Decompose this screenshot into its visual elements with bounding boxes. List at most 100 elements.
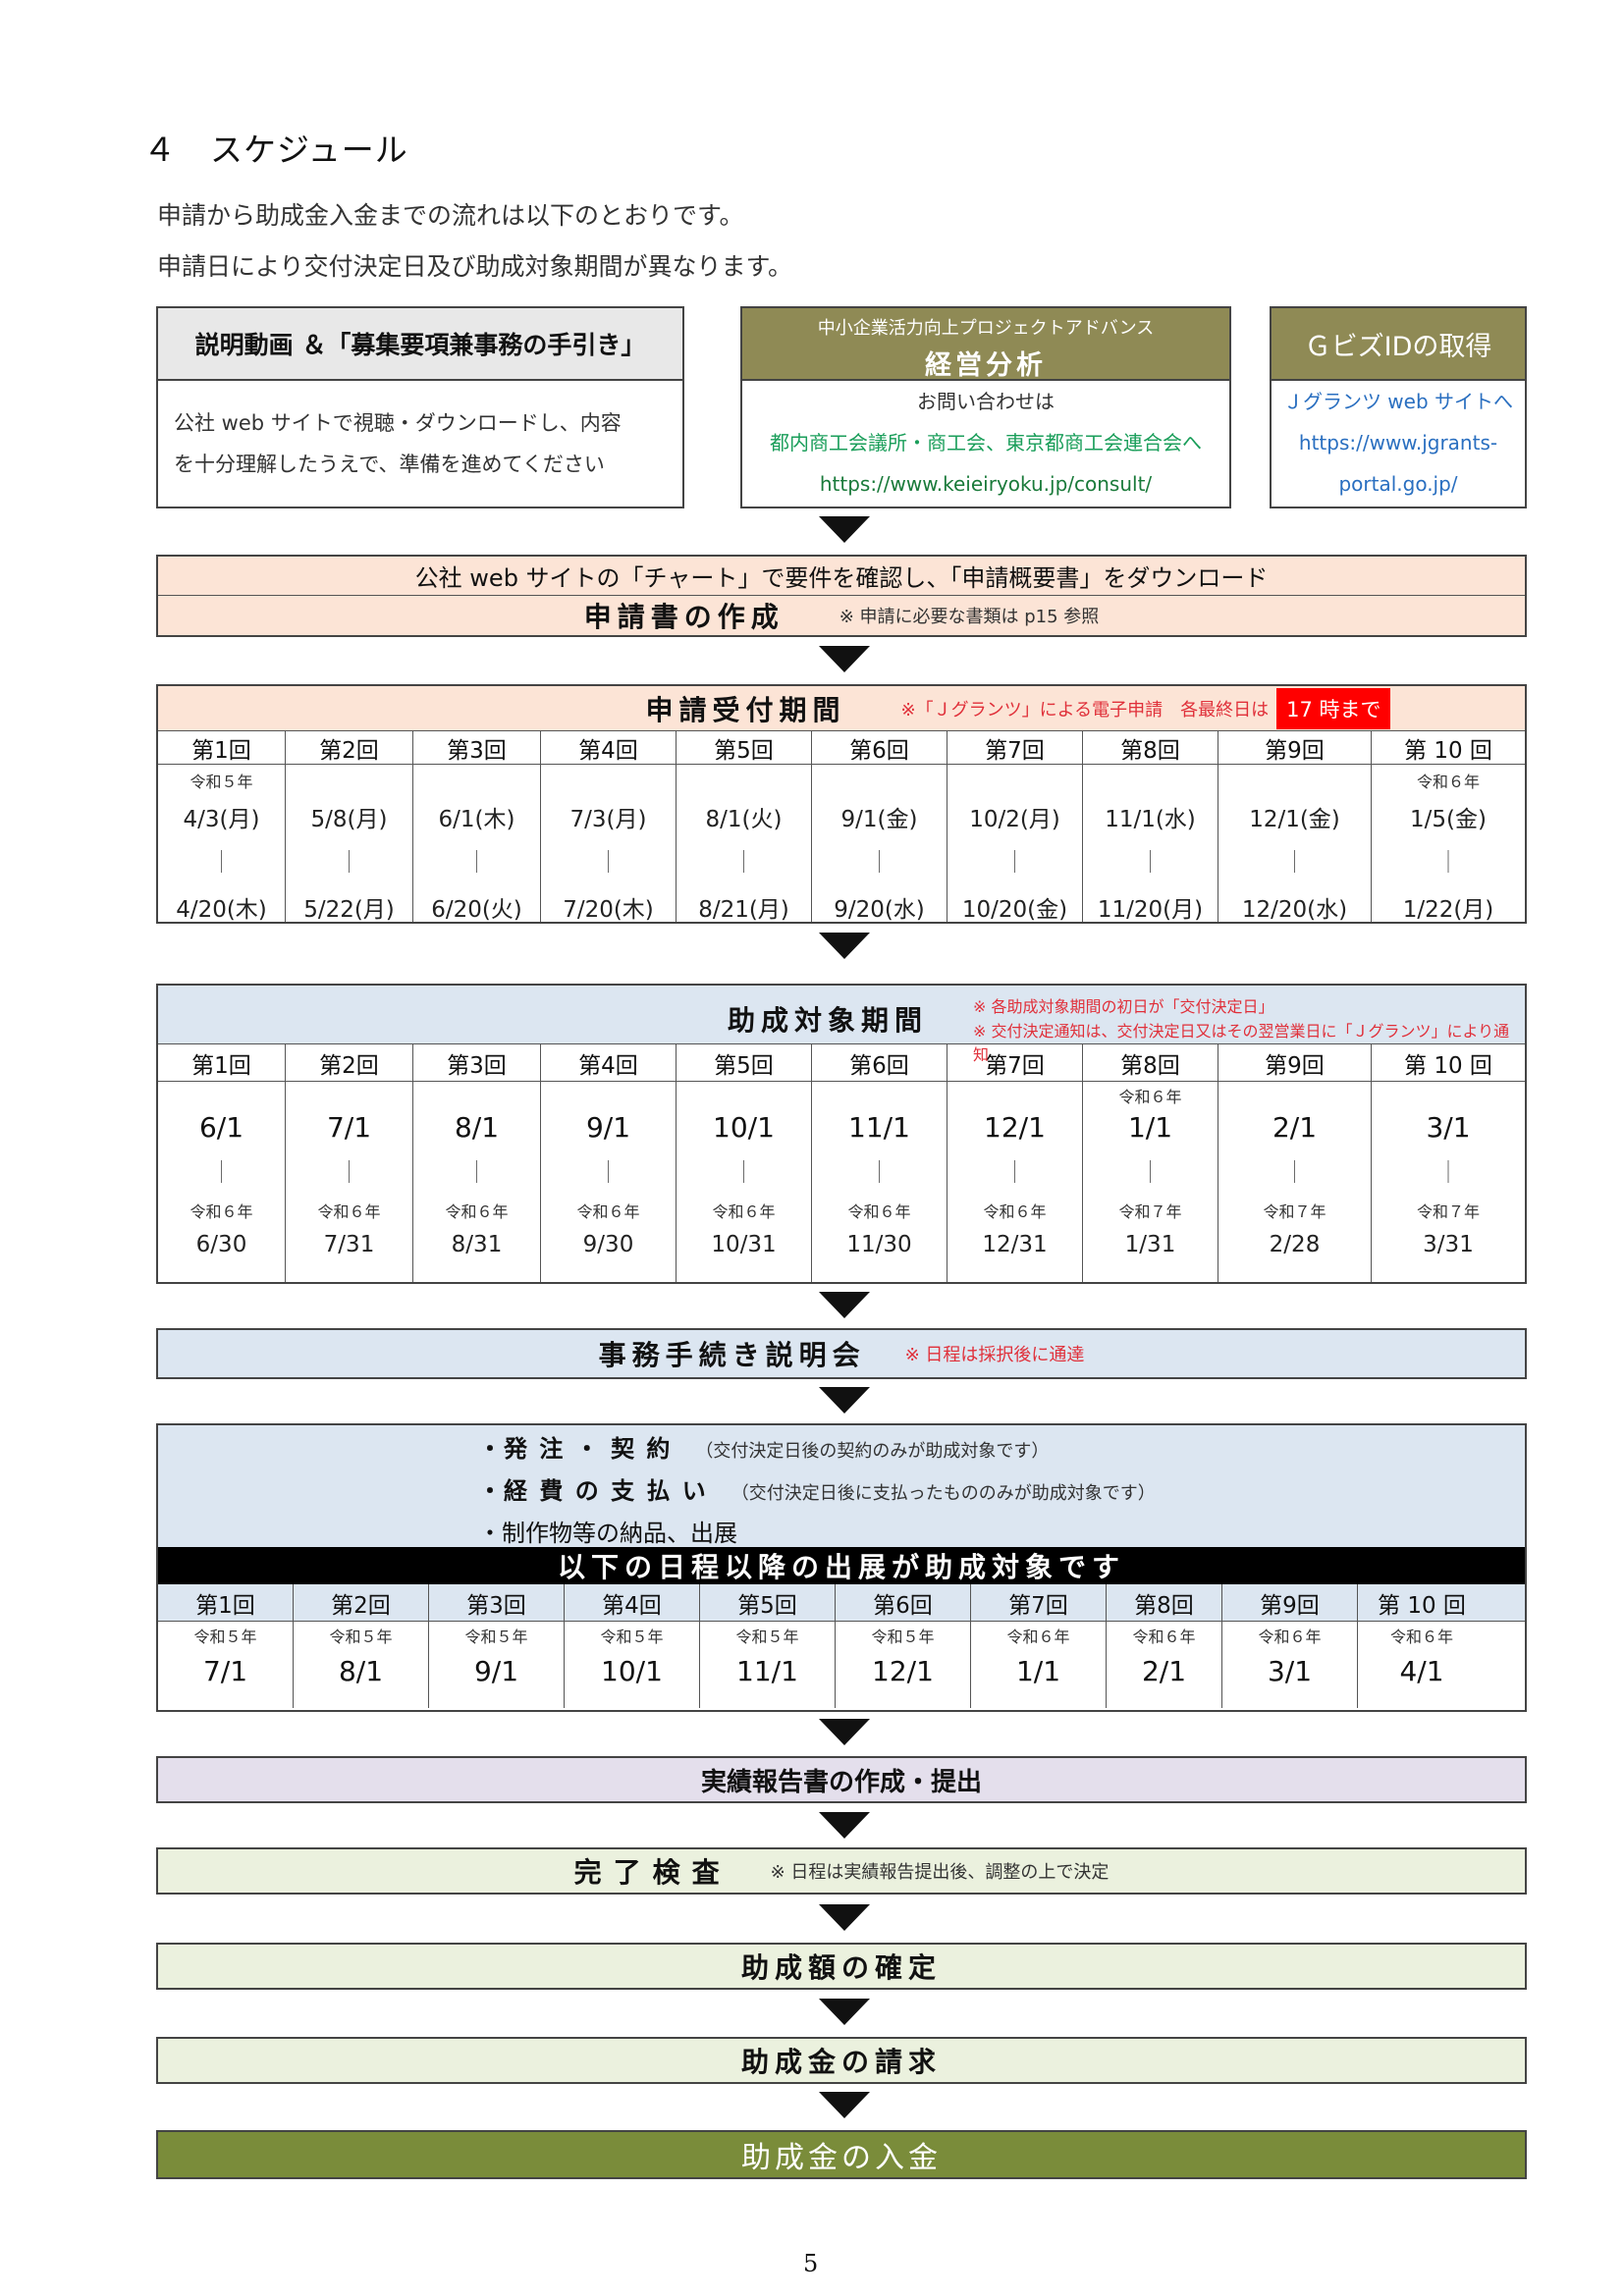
range-separator: ｜	[210, 1160, 233, 1186]
round-label-2: 第2回	[286, 1044, 413, 1081]
exhibition-round-7: 令和６年 1/1	[971, 1622, 1107, 1708]
order-contract-note: （交付決定日後の契約のみが助成対象です）	[695, 1441, 1050, 1462]
application-round-10: 令和６年 1/5(金) ｜ 1/22(月)	[1372, 765, 1525, 923]
subsidy-period-note-1: ※ 各助成対象期間の初日が「交付決定日」	[973, 997, 1274, 1016]
era-label	[677, 769, 811, 790]
start-date: 1/5(金)	[1410, 807, 1487, 832]
end-date: 8/21(月)	[698, 897, 789, 923]
download-step-box: 公社 web サイトの「チャート」で要件を確認し、「申請概要書」をダウンロード …	[156, 555, 1527, 637]
range-separator: ｜	[732, 1160, 755, 1186]
range-separator: ｜	[465, 1160, 488, 1186]
exhibition-rounds-row: 第1回 第2回 第3回 第4回 第5回 第6回 第7回 第8回 第9回第 10 回	[158, 1584, 1525, 1622]
range-separator: ｜	[1139, 1160, 1162, 1186]
end-date: 9/20(水)	[834, 897, 925, 923]
era-label	[1218, 769, 1371, 790]
exhibition-banner: 以下の日程以降の出展が助成対象です	[158, 1547, 1525, 1584]
round-label-3: 第3回	[429, 1584, 565, 1621]
era-label-end: 令和６年	[712, 1202, 776, 1221]
end-date: 12/31	[982, 1232, 1048, 1257]
era-label	[541, 1084, 676, 1105]
contact-orgs: 都内商工会議所・商工会、東京都商工会連合会へ	[770, 431, 1202, 454]
flow-arrow-8	[819, 1904, 870, 1931]
application-round-9: 12/1(金) ｜ 12/20(水)	[1218, 765, 1372, 923]
report-box: 実績報告書の作成・提出	[156, 1756, 1527, 1803]
round-label-6: 第6回	[812, 731, 947, 764]
briefing-note: ※ 日程は採択後に通達	[904, 1345, 1085, 1365]
intro-line-1: 申請から助成金入金までの流れは以下のとおりです。	[157, 201, 744, 230]
exhibition-round-10: 令和６年 4/1	[1358, 1622, 1486, 1708]
start-date: 9/1	[585, 1111, 631, 1144]
start-date: 11/1(水)	[1105, 807, 1196, 832]
application-round-4: 7/3(月) ｜ 7/20(木)	[541, 765, 677, 923]
era-label	[286, 1084, 412, 1105]
keieiryoku-link[interactable]: https://www.keieiryoku.jp/consult/	[742, 463, 1229, 505]
end-date: 7/20(木)	[563, 897, 654, 923]
flow-arrow-2	[819, 646, 870, 672]
subsidy-round-7: 12/1 ｜ 令和６年 12/31	[947, 1082, 1083, 1282]
exhibition-round-8: 令和６年 2/1	[1107, 1622, 1222, 1708]
subsidy-period-table: 助成対象期間 ※ 各助成対象期間の初日が「交付決定日」 ※ 交付決定通知は、交付…	[156, 984, 1527, 1284]
round-label-8: 第8回	[1107, 1584, 1222, 1621]
round-label-5: 第5回	[677, 731, 812, 764]
order-contract-label: ・発 注 ・ 契 約	[478, 1435, 673, 1463]
subsidy-round-1: 6/1 ｜ 令和６年 6/30	[158, 1082, 286, 1282]
round-label-10: 第 10 回	[1404, 737, 1492, 764]
start-date: 6/1(木)	[438, 807, 515, 832]
era-label	[286, 769, 412, 790]
era-label-end: 令和６年	[847, 1202, 911, 1221]
era-label: 令和５年	[871, 1628, 935, 1646]
round-label-3: 第3回	[413, 1044, 541, 1081]
range-separator: ｜	[1139, 850, 1162, 876]
start-date: 12/1	[984, 1111, 1046, 1144]
video-guide-box: 説明動画 ＆「募集要項兼事務の手引き」 公社 web サイトで視聴・ダウンロード…	[156, 306, 684, 508]
round-label-4: 第4回	[565, 1584, 700, 1621]
round-label-5: 第5回	[677, 1044, 812, 1081]
era-label	[1083, 769, 1218, 790]
era-label-end: 令和６年	[189, 1202, 253, 1221]
era-label	[158, 1084, 285, 1105]
round-label-4: 第4回	[541, 1044, 677, 1081]
era-label	[541, 769, 676, 790]
round-label-6: 第6回	[812, 1044, 947, 1081]
subsidy-period-title: 助成対象期間	[728, 1004, 929, 1037]
era-label: 令和６年	[1416, 773, 1480, 791]
start-date: 7/1	[326, 1111, 372, 1144]
round-label-1: 第1回	[158, 1044, 286, 1081]
era-label	[413, 1084, 540, 1105]
start-date: 12/1(金)	[1249, 807, 1340, 832]
briefing-title: 事務手続き説明会	[598, 1339, 866, 1371]
exhibition-date: 12/1	[872, 1655, 934, 1687]
era-label-end: 令和７年	[1263, 1202, 1326, 1221]
subsidy-round-10: 3/1 ｜ 令和７年 3/31	[1372, 1082, 1525, 1282]
application-round-2: 5/8(月) ｜ 5/22(月)	[286, 765, 413, 923]
intro-line-2: 申請日により交付決定日及び助成対象期間が異なります。	[157, 252, 793, 281]
jgrants-link-1[interactable]: https://www.jgrants-	[1272, 422, 1525, 463]
era-label-end: 令和６年	[576, 1202, 640, 1221]
era-label: 令和５年	[329, 1628, 393, 1646]
range-separator: ｜	[868, 850, 891, 876]
exhibition-date: 1/1	[1015, 1655, 1061, 1687]
jgrants-link-2[interactable]: portal.go.jp/	[1272, 463, 1525, 505]
exhibition-round-9: 令和６年 3/1	[1222, 1622, 1358, 1708]
application-round-8: 11/1(水) ｜ 11/20(月)	[1083, 765, 1218, 923]
end-date: 12/20(水)	[1241, 897, 1348, 923]
round-label-9: 第9回	[1218, 731, 1372, 764]
round-label-10: 第 10 回	[1378, 1592, 1466, 1619]
range-separator: ｜	[1283, 850, 1306, 876]
end-date: 1/31	[1124, 1232, 1176, 1257]
start-date: 6/1	[198, 1111, 244, 1144]
end-date: 1/22(月)	[1402, 897, 1494, 923]
range-separator: ｜	[210, 850, 233, 876]
era-label	[413, 769, 540, 790]
era-label	[677, 1084, 811, 1105]
round-label-7: 第7回	[971, 1584, 1107, 1621]
application-dates-row: 令和５年 4/3(月) ｜ 4/20(木) 5/8(月) ｜ 5/22(月) 6/1(木) ｜ 6…	[158, 765, 1525, 923]
end-date: 4/20(木)	[176, 897, 267, 923]
end-date: 9/30	[582, 1232, 634, 1257]
request-box: 助成金の請求	[156, 2037, 1527, 2084]
era-label: 令和６年	[1389, 1628, 1453, 1646]
round-label-2: 第2回	[294, 1584, 429, 1621]
end-date: 6/20(火)	[431, 897, 522, 923]
range-separator: ｜	[465, 850, 488, 876]
round-label-3: 第3回	[413, 731, 541, 764]
